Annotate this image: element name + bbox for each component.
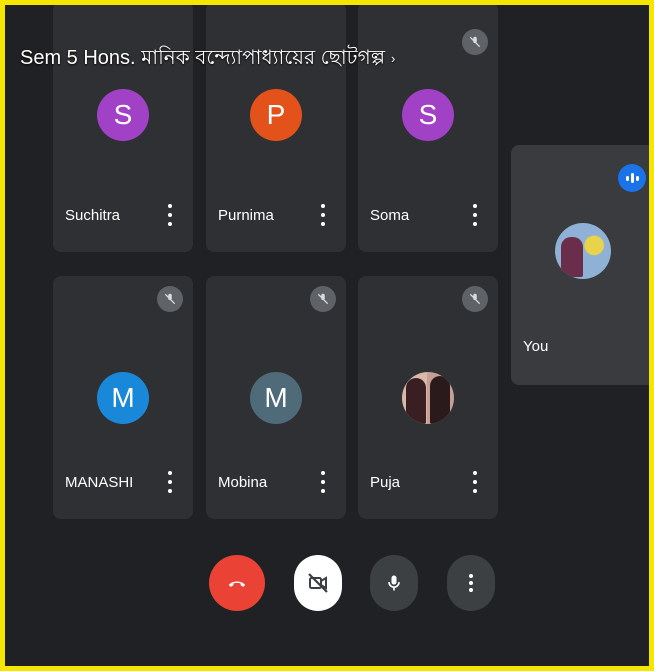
more-vert-icon[interactable] <box>318 200 328 230</box>
mic-off-icon <box>462 29 488 55</box>
mic-icon <box>388 575 400 591</box>
end-call-icon <box>228 581 246 587</box>
self-name: You <box>523 338 549 355</box>
videocam-off-icon <box>308 573 328 593</box>
mic-off-icon <box>310 286 336 312</box>
more-vert-icon[interactable] <box>165 200 175 230</box>
avatar: S <box>402 89 454 141</box>
self-profile-photo <box>555 223 611 279</box>
mic-off-icon <box>462 286 488 312</box>
self-tile[interactable]: You <box>511 145 649 385</box>
participant-tile[interactable]: M MANASHI <box>53 276 193 519</box>
participant-tile[interactable]: M Mobina <box>206 276 346 519</box>
microphone-button[interactable] <box>370 555 418 611</box>
participant-name: MANASHI <box>65 474 134 491</box>
more-vert-icon[interactable] <box>470 200 480 230</box>
more-vert-icon[interactable] <box>470 467 480 497</box>
participant-name: Puja <box>370 474 401 491</box>
speaking-icon <box>618 164 646 192</box>
meeting-title[interactable]: Sem 5 Hons. মানিক বন্দ্যোপাধ্যায়ের ছোটগ… <box>20 43 395 76</box>
participant-tile[interactable]: Puja <box>358 276 498 519</box>
participant-name: Purnima <box>218 207 274 224</box>
meet-screen: Sem 5 Hons. মানিক বন্দ্যোপাধ্যায়ের ছোটগ… <box>5 5 649 666</box>
avatar: P <box>250 89 302 141</box>
meeting-title-text: Sem 5 Hons. মানিক বন্দ্যোপাধ্যায়ের ছোটগ… <box>20 47 385 69</box>
profile-photo <box>402 371 454 424</box>
more-vert-icon[interactable] <box>165 467 175 497</box>
more-options-button[interactable] <box>447 555 495 611</box>
avatar: M <box>250 371 302 424</box>
chevron-right-icon: › <box>390 51 396 67</box>
participant-name: Suchitra <box>65 207 121 224</box>
camera-toggle-button[interactable] <box>294 555 342 611</box>
participant-name: Soma <box>370 207 410 224</box>
end-call-button[interactable] <box>209 555 265 611</box>
avatar: M <box>97 371 149 424</box>
avatar: S <box>97 89 149 141</box>
more-vert-icon[interactable] <box>318 467 328 497</box>
more-vert-icon <box>469 574 473 592</box>
participant-name: Mobina <box>218 474 268 491</box>
mic-off-icon <box>157 286 183 312</box>
